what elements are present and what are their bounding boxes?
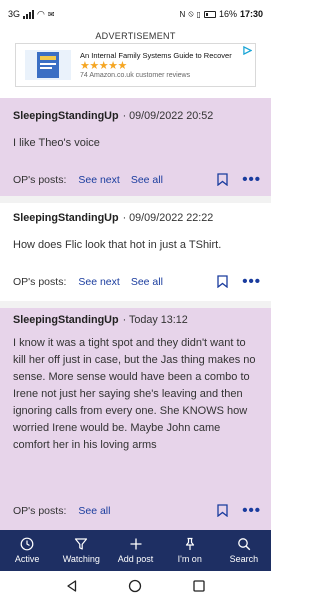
- see-all-link[interactable]: See all: [78, 505, 110, 517]
- advertisement: ADVERTISEMENT An Internal Family Systems…: [0, 28, 271, 90]
- more-options-icon[interactable]: •••: [242, 274, 261, 289]
- post: SleepingStandingUp · Today 13:12 I know …: [0, 308, 271, 530]
- post-header: SleepingStandingUp · 09/09/2022 20:52: [13, 98, 258, 122]
- post-date: · 09/09/2022 20:52: [122, 110, 214, 122]
- ad-rating-stars: ★★★★★: [80, 60, 127, 72]
- tab-add-post[interactable]: Add post: [108, 530, 162, 571]
- tab-label: Search: [229, 554, 259, 564]
- wifi-icon: ◠: [37, 8, 45, 19]
- vibrate-icon: ▯: [196, 9, 201, 19]
- author-name[interactable]: SleepingStandingUp: [13, 212, 119, 224]
- tab-watching[interactable]: Watching: [54, 530, 108, 571]
- tab-search[interactable]: Search: [217, 530, 271, 571]
- plus-icon: [130, 538, 141, 550]
- ad-label: ADVERTISEMENT: [95, 31, 176, 41]
- battery-icon: [203, 10, 216, 18]
- clock-icon: [20, 537, 34, 551]
- bookmark-icon[interactable]: [217, 173, 228, 186]
- ops-posts-label: OP's posts:: [13, 275, 67, 288]
- more-options-icon[interactable]: •••: [242, 503, 261, 518]
- divider: [0, 301, 271, 308]
- bottom-tab-bar: Active Watching Add post I'm on Search: [0, 530, 271, 571]
- clock-time: 17:30: [239, 9, 263, 19]
- mute-icon: ⦸: [188, 9, 194, 18]
- system-navigation-bar: [0, 571, 271, 600]
- post-header: SleepingStandingUp · Today 13:12: [13, 308, 258, 326]
- signal-icon: [23, 9, 35, 19]
- network-label: 3G: [8, 9, 21, 19]
- tab-active[interactable]: Active: [0, 530, 54, 571]
- post-text: I like Theo's voice: [13, 137, 100, 149]
- post: SleepingStandingUp · 09/09/2022 22:22 Ho…: [0, 203, 271, 301]
- see-next-link[interactable]: See next: [78, 276, 119, 288]
- nfc-icon: N: [179, 9, 186, 19]
- ad-choices-icon[interactable]: [243, 46, 252, 55]
- author-name[interactable]: SleepingStandingUp: [13, 314, 119, 326]
- tab-label: Watching: [62, 554, 100, 564]
- post: SleepingStandingUp · 09/09/2022 20:52 I …: [0, 98, 271, 196]
- see-all-link[interactable]: See all: [131, 276, 163, 288]
- post-header: SleepingStandingUp · 09/09/2022 22:22: [13, 203, 258, 224]
- bookmark-icon[interactable]: [217, 275, 228, 288]
- ad-book-thumbnail[interactable]: [20, 46, 76, 84]
- post-text: I know it was a tight spot and they didn…: [13, 337, 256, 451]
- tab-im-on[interactable]: I'm on: [163, 530, 217, 571]
- ops-posts-label: OP's posts:: [13, 504, 67, 517]
- ad-banner[interactable]: An Internal Family Systems Guide to Reco…: [15, 43, 256, 87]
- more-options-icon[interactable]: •••: [242, 172, 261, 187]
- post-footer: OP's posts: See next See all •••: [13, 172, 261, 187]
- see-next-link[interactable]: See next: [78, 174, 119, 186]
- see-all-link[interactable]: See all: [131, 174, 163, 186]
- divider: [0, 196, 271, 203]
- battery-percent: 16%: [218, 9, 237, 19]
- tab-label: Active: [14, 554, 40, 564]
- post-date: · 09/09/2022 22:22: [122, 212, 214, 224]
- notification-icon: ✉: [47, 9, 55, 19]
- ad-reviews: 74 Amazon.co.uk customer reviews: [80, 72, 191, 79]
- status-bar: 3G ◠ ✉ N ⦸ ▯ 16% 17:30: [0, 0, 271, 28]
- search-icon: [238, 538, 251, 551]
- post-text: How does Flic look that hot in just a TS…: [13, 239, 222, 251]
- filter-icon: [75, 538, 88, 550]
- ops-posts-label: OP's posts:: [13, 173, 67, 186]
- back-icon[interactable]: [65, 579, 79, 593]
- tab-label: Add post: [117, 554, 154, 564]
- post-date: · Today 13:12: [122, 314, 188, 326]
- pin-icon: [185, 537, 194, 550]
- author-name[interactable]: SleepingStandingUp: [13, 110, 119, 122]
- home-icon[interactable]: [128, 579, 142, 593]
- bookmark-icon[interactable]: [217, 504, 228, 517]
- post-footer: OP's posts: See next See all •••: [13, 274, 261, 289]
- recents-icon[interactable]: [192, 579, 206, 593]
- post-footer: OP's posts: See all •••: [13, 503, 261, 518]
- ad-title[interactable]: An Internal Family Systems Guide to Reco…: [80, 51, 255, 60]
- tab-label: I'm on: [177, 554, 202, 564]
